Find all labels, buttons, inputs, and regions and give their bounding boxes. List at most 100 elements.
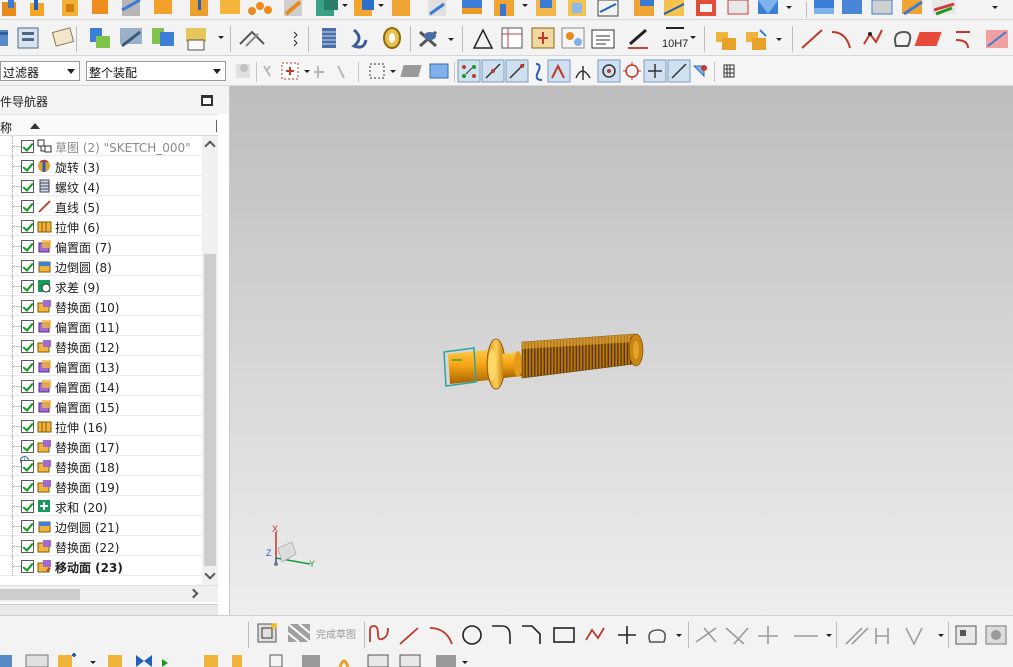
- feature-label: 螺纹 (4): [55, 181, 100, 195]
- feature-row[interactable]: 求差 (9): [0, 276, 202, 296]
- feature-label: 边倒圆 (21): [55, 521, 120, 535]
- feature-row[interactable]: 偏置面 (11): [0, 316, 202, 336]
- feature-row[interactable]: 拉伸 (6): [0, 216, 202, 236]
- visibility-checkbox[interactable]: [21, 220, 34, 233]
- bottom-toolbar: [0, 651, 1013, 667]
- visibility-checkbox[interactable]: [21, 560, 34, 573]
- feature-label: 草图 (2) "SKETCH_000": [55, 141, 191, 155]
- maximize-icon[interactable]: [201, 95, 213, 106]
- sketch-icon: [37, 139, 52, 153]
- feature-row[interactable]: 拉伸 (16): [0, 416, 202, 436]
- tree-connector: [13, 406, 21, 407]
- visibility-checkbox[interactable]: [21, 380, 34, 393]
- scroll-right-icon[interactable]: [188, 588, 199, 599]
- feature-label: 直线 (5): [55, 201, 100, 215]
- visibility-checkbox[interactable]: [21, 480, 34, 493]
- visibility-checkbox[interactable]: [21, 360, 34, 373]
- tree-connector: [13, 546, 21, 547]
- visibility-checkbox[interactable]: [21, 500, 34, 513]
- feature-row[interactable]: 替换面 (10): [0, 296, 202, 316]
- chevron-down-icon: [213, 69, 221, 74]
- visibility-checkbox[interactable]: [21, 540, 34, 553]
- unite-icon: [37, 499, 52, 513]
- visibility-checkbox[interactable]: [21, 460, 34, 473]
- tree-connector: [13, 166, 21, 167]
- feature-row[interactable]: 直线 (5): [0, 196, 202, 216]
- replace-face-icon: [37, 439, 52, 453]
- tree-connector: [13, 266, 21, 267]
- visibility-checkbox[interactable]: [21, 440, 34, 453]
- assembly-scope-combo[interactable]: 整个装配: [86, 61, 226, 81]
- tree-connector: [13, 426, 21, 427]
- visibility-checkbox[interactable]: [21, 200, 34, 213]
- tree-connector: [13, 526, 21, 527]
- navigator-horizontal-scrollbar[interactable]: [0, 585, 218, 602]
- type-filter-combo[interactable]: 过滤器: [0, 61, 80, 81]
- feature-label: 偏置面 (15): [55, 401, 120, 415]
- visibility-checkbox[interactable]: [21, 280, 34, 293]
- tree-connector: [13, 146, 21, 147]
- navigator-vertical-scrollbar[interactable]: [202, 136, 218, 586]
- tree-connector: [13, 326, 21, 327]
- tree-connector: [13, 226, 21, 227]
- visibility-checkbox[interactable]: [21, 160, 34, 173]
- visibility-checkbox[interactable]: [21, 420, 34, 433]
- column-name-label: 称: [0, 121, 13, 135]
- graphics-window[interactable]: X Z Y: [230, 86, 1013, 615]
- feature-row[interactable]: 偏置面 (13): [0, 356, 202, 376]
- visibility-checkbox[interactable]: [21, 300, 34, 313]
- scroll-up-icon[interactable]: [204, 140, 216, 152]
- visibility-checkbox[interactable]: [21, 260, 34, 273]
- feature-row[interactable]: 求和 (20): [0, 496, 202, 516]
- tree-connector: [13, 486, 21, 487]
- column-divider[interactable]: [216, 120, 217, 132]
- feature-row[interactable]: 替换面 (17): [0, 436, 202, 456]
- scrollbar-thumb[interactable]: [0, 589, 80, 600]
- feature-row[interactable]: 偏置面 (7): [0, 236, 202, 256]
- feature-operations-icons[interactable]: 10H7: [0, 20, 1013, 56]
- tree-connector: [13, 286, 21, 287]
- visibility-checkbox[interactable]: [21, 180, 34, 193]
- feature-row[interactable]: 偏置面 (15): [0, 396, 202, 416]
- replace-face-icon: [37, 459, 52, 473]
- offset-face-icon: [37, 399, 52, 413]
- toolbar-icon-strip: [2, 0, 998, 18]
- coordinate-triad: X Z Y: [266, 524, 315, 569]
- feature-row[interactable]: 螺纹 (4): [0, 176, 202, 196]
- utility-icons[interactable]: [0, 651, 1013, 667]
- feature-label: 边倒圆 (8): [55, 261, 112, 275]
- visibility-checkbox[interactable]: [21, 140, 34, 153]
- bolt-part[interactable]: [443, 333, 644, 390]
- tree-connector: [13, 306, 21, 307]
- feature-row[interactable]: 替换面 (19): [0, 476, 202, 496]
- sketch-tools-icons[interactable]: 完成草图: [0, 616, 1013, 652]
- feature-row[interactable]: i替换面 (18): [0, 456, 202, 476]
- visibility-checkbox[interactable]: [21, 520, 34, 533]
- feature-row[interactable]: 草图 (2) "SKETCH_000": [0, 136, 202, 156]
- column-header-name[interactable]: 称: [0, 114, 218, 136]
- feature-row[interactable]: 移动面 (23): [0, 556, 202, 576]
- feature-toolbar-icons[interactable]: [0, 0, 1013, 20]
- feature-row[interactable]: 边倒圆 (8): [0, 256, 202, 276]
- scrollbar-thumb[interactable]: [204, 254, 216, 566]
- scroll-down-icon[interactable]: [204, 568, 216, 580]
- visibility-checkbox[interactable]: [21, 240, 34, 253]
- feature-row[interactable]: 替换面 (12): [0, 336, 202, 356]
- visibility-checkbox[interactable]: [21, 400, 34, 413]
- tree-connector: [13, 566, 21, 567]
- visibility-checkbox[interactable]: [21, 340, 34, 353]
- replace-face-icon: [37, 339, 52, 353]
- feature-label: 求差 (9): [55, 281, 100, 295]
- navigator-title: 件导航器: [0, 95, 49, 109]
- feature-label: 旋转 (3): [55, 161, 100, 175]
- feature-row[interactable]: 替换面 (22): [0, 536, 202, 556]
- feature-row[interactable]: 边倒圆 (21): [0, 516, 202, 536]
- tree-connector: [13, 366, 21, 367]
- navigator-header: 件导航器: [0, 86, 229, 114]
- visibility-checkbox[interactable]: [21, 320, 34, 333]
- snap-and-selection-icons[interactable]: [230, 56, 1013, 86]
- feature-row[interactable]: 旋转 (3): [0, 156, 202, 176]
- offset-face-icon: [37, 319, 52, 333]
- selection-bar: 过滤器 整个装配: [0, 56, 1013, 86]
- feature-row[interactable]: 偏置面 (14): [0, 376, 202, 396]
